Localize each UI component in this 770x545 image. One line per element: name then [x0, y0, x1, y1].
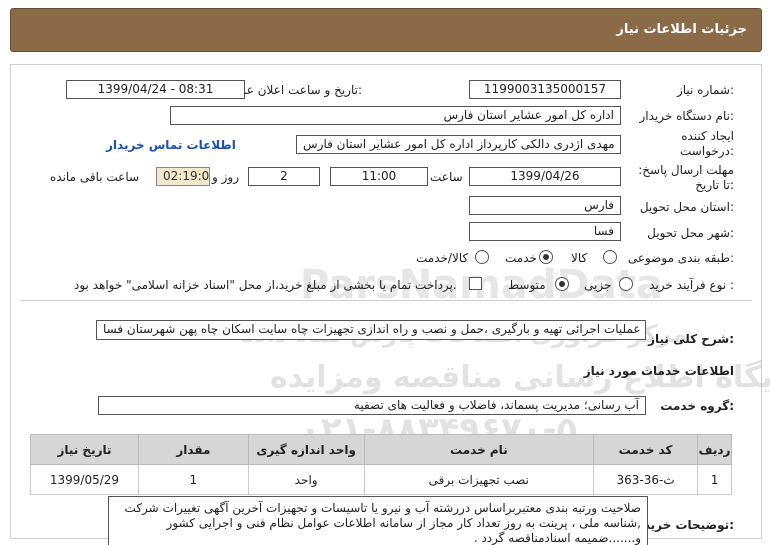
buyer-contact-link[interactable]: اطلاعات تماس خریدار — [106, 138, 236, 152]
page-header: جزئیات اطلاعات نیاز — [10, 8, 762, 52]
summary-label: شرح کلی نیاز: — [648, 332, 734, 346]
city-field: فسا — [469, 222, 621, 241]
buyer-notes-box: صلاحیت ورتبه بندی معتبربراساس دررشته آب … — [108, 496, 648, 545]
category-radio-service[interactable] — [539, 250, 553, 264]
deadline-time-label: ساعت — [430, 170, 463, 184]
buyer-notes-line-2: ,شناسه ملی ، پرینت به روز تعداد کار مجاز… — [166, 516, 641, 530]
col-service-code: کد خدمت — [593, 434, 699, 465]
province-field: فارس — [469, 196, 621, 215]
creator-label: ایجاد کننده درخواست: — [680, 129, 734, 158]
deadline-label: مهلت ارسال پاسخ: تا تاریخ: — [638, 163, 734, 192]
col-service-name: نام خدمت — [363, 434, 595, 465]
province-label: استان محل تحویل: — [639, 200, 734, 214]
category-radio-goods[interactable] — [603, 250, 617, 264]
cell-quantity: 1 — [137, 464, 249, 495]
col-unit: واحد اندازه گیری — [247, 434, 365, 465]
need-number-label: شماره نیاز: — [676, 83, 734, 97]
col-quantity: مقدار — [137, 434, 249, 465]
days-label: روز و — [212, 170, 239, 184]
cell-need-date: 1399/05/29 — [30, 464, 139, 495]
category-label: طبقه بندی موضوعی: — [627, 251, 734, 265]
divider — [20, 300, 752, 301]
col-row-number: ردیف — [697, 434, 732, 465]
process-option-minor: جزیی — [584, 278, 612, 292]
deadline-date-field: 1399/04/26 — [469, 167, 621, 186]
category-radio-goods-service[interactable] — [475, 250, 489, 264]
days-field: 2 — [248, 167, 320, 186]
summary-field: عملیات اجرائی تهیه و بارگیری ،حمل و نصب … — [96, 320, 646, 340]
remaining-time-field: 02:19:00 — [156, 167, 210, 186]
service-group-field: آب رسانی؛ مدیریت پسماند، فاضلاب و فعالیت… — [98, 396, 646, 415]
city-label: شهر محل تحویل: — [647, 226, 734, 240]
buyer-notes-line-3: و.......ضمیمه اسنادمناقصه گردد . — [473, 531, 641, 545]
buyer-notes-line-1: صلاحیت ورتبه بندی معتبربراساس دررشته آب … — [124, 501, 641, 515]
category-option-goods-service: کالا/خدمت — [416, 251, 469, 265]
services-section-title: اطلاعات خدمات مورد نیاز — [583, 364, 734, 378]
category-option-goods: کالا — [571, 251, 588, 265]
treasury-payment-note: پرداخت تمام یا بخشی از مبلغ خرید،از محل … — [74, 278, 457, 292]
table-row: 1 ث-36-363 نصب تجهیزات برقی واحد 1 1399/… — [30, 464, 732, 495]
col-need-date: تاریخ نیاز — [30, 434, 139, 465]
cell-service-code: ث-36-363 — [593, 464, 699, 495]
services-table: ردیف کد خدمت نام خدمت واحد اندازه گیری م… — [30, 434, 732, 495]
cell-service-name: نصب تجهیزات برقی — [363, 464, 595, 495]
process-option-medium: متوسط — [508, 278, 546, 292]
service-group-label: گروه خدمت: — [660, 399, 734, 413]
page-title: جزئیات اطلاعات نیاز — [616, 22, 747, 37]
category-option-service: خدمت — [505, 251, 537, 265]
treasury-payment-checkbox[interactable] — [469, 277, 482, 290]
process-label: نوع فرآیند خرید : — [649, 278, 734, 292]
cell-unit: واحد — [247, 464, 365, 495]
process-radio-minor[interactable] — [619, 277, 633, 291]
cell-row-number: 1 — [697, 464, 732, 495]
deadline-time-field: 11:00 — [330, 167, 428, 186]
buyer-field: اداره کل امور عشایر استان فارس — [170, 106, 621, 125]
buyer-label: نام دستگاه خریدار: — [639, 109, 735, 123]
remaining-label: ساعت باقی مانده — [50, 170, 140, 184]
services-table-header: ردیف کد خدمت نام خدمت واحد اندازه گیری م… — [30, 434, 732, 465]
announce-field: 1399/04/24 - 08:31 — [66, 80, 245, 99]
process-radio-medium[interactable] — [555, 277, 569, 291]
creator-field: مهدی اژدری دالکی کارپرداز اداره کل امور … — [296, 135, 621, 154]
need-number-field: 1199003135000157 — [469, 80, 621, 99]
